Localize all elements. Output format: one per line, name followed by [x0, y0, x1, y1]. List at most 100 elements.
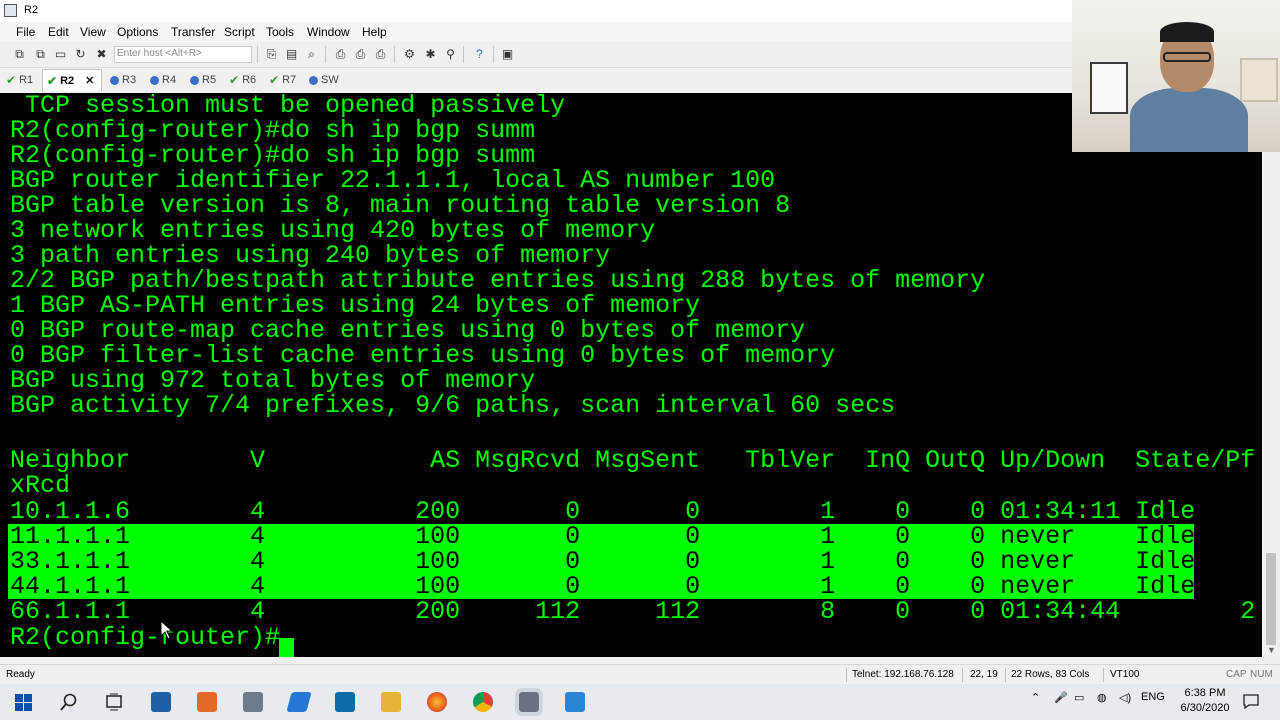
tab-label: R7	[282, 74, 297, 86]
close-tab-icon[interactable]: ✕	[85, 74, 94, 87]
status-divider	[962, 668, 963, 682]
tab-label: R3	[122, 74, 137, 86]
tab-sw[interactable]: SW	[309, 69, 339, 91]
bgp-neighbor-row: 33.1.1.1 4 100 0 0 1 0 0 never Idle	[10, 547, 1196, 576]
info-icon	[309, 75, 318, 85]
global-options-icon[interactable]: ✱	[423, 47, 438, 62]
app-taskbar-icon[interactable]	[286, 692, 312, 712]
tab-label: R1	[19, 74, 34, 86]
print-icon[interactable]: ⎙	[333, 47, 348, 62]
status-bar: Ready Telnet: 192.168.76.128 22, 19 22 R…	[0, 664, 1280, 685]
reconnect-icon[interactable]: ↻	[73, 47, 88, 62]
terminal-line: BGP table version is 8, main routing tab…	[10, 191, 791, 220]
toolbar-divider	[257, 46, 258, 63]
menu-file[interactable]: File	[16, 25, 35, 39]
tab-r3[interactable]: R3	[110, 69, 136, 91]
bgp-neighbor-row: 11.1.1.1 4 100 0 0 1 0 0 never Idle	[10, 522, 1196, 551]
copy-icon[interactable]: ⎘	[264, 47, 279, 62]
toolbar-divider	[463, 46, 464, 63]
connect-tab-icon[interactable]: ▭	[53, 47, 68, 62]
terminal-line: xRcd	[10, 471, 71, 500]
terminal-line: R2(config-router)#do sh ip bgp summ	[10, 141, 536, 170]
chrome-icon[interactable]	[473, 692, 493, 712]
tab-label: R2	[60, 74, 75, 87]
presenter-body	[1130, 88, 1248, 152]
menu-script[interactable]: Script	[224, 25, 255, 39]
tab-r1[interactable]: ✔ R1	[6, 69, 33, 91]
tab-label: SW	[321, 74, 339, 86]
disconnect-icon[interactable]: ✖	[94, 47, 109, 62]
find-icon[interactable]: ⌕	[304, 47, 319, 62]
securecrt-taskbar-icon[interactable]	[515, 688, 543, 716]
terminal-line: R2(config-router)#do sh ip bgp summ	[10, 116, 536, 145]
app-taskbar-icon[interactable]	[335, 692, 355, 712]
status-caps: CAP	[1226, 669, 1247, 680]
bgp-neighbor-row: 44.1.1.1 4 100 0 0 1 0 0 never Idle	[10, 572, 1196, 601]
webcam-overlay	[1072, 0, 1280, 152]
menu-help[interactable]: Help	[362, 25, 387, 39]
presenter-glasses	[1163, 52, 1211, 62]
quick-connect-icon[interactable]: ⧉	[33, 47, 48, 62]
connect-icon[interactable]: ⧉	[12, 47, 27, 62]
menu-edit[interactable]: Edit	[48, 25, 69, 39]
task-view-icon[interactable]	[104, 693, 124, 711]
terminal-scrollbar[interactable]: ▲ ▼	[1262, 93, 1280, 657]
search-icon[interactable]	[60, 693, 78, 711]
menu-window[interactable]: Window	[307, 25, 350, 39]
tab-r4[interactable]: R4	[150, 69, 176, 91]
tab-r7[interactable]: ✔ R7	[269, 69, 296, 91]
firefox-icon[interactable]	[427, 692, 447, 712]
network-icon[interactable]: ◍	[1097, 691, 1107, 704]
terminal-line: TCP session must be opened passively	[10, 93, 566, 120]
menu-view[interactable]: View	[80, 25, 106, 39]
info-icon	[150, 75, 159, 85]
menu-transfer[interactable]: Transfer	[171, 25, 215, 39]
windows-start-icon[interactable]	[15, 694, 32, 711]
status-dimensions: 22 Rows, 83 Cols	[1011, 669, 1090, 680]
host-input[interactable]: Enter host <Alt+R>	[114, 46, 252, 63]
menu-options[interactable]: Options	[117, 25, 158, 39]
check-icon: ✔	[269, 73, 280, 87]
terminal-line: 3 path entries using 240 bytes of memory	[10, 241, 611, 270]
bgp-table-header: Neighbor V AS MsgRcvd MsgSent TblVer InQ…	[10, 446, 1256, 475]
tab-r6[interactable]: ✔ R6	[229, 69, 256, 91]
notification-icon[interactable]	[1243, 694, 1259, 709]
status-num: NUM	[1250, 669, 1273, 680]
print-setup-icon[interactable]: ⎙	[353, 47, 368, 62]
app-taskbar-icon[interactable]	[565, 692, 585, 712]
paste-icon[interactable]: ▤	[284, 47, 299, 62]
tab-r2[interactable]: ✔ R2 ✕	[42, 69, 102, 91]
key-icon[interactable]: ⚲	[443, 47, 458, 62]
tab-label: R5	[202, 74, 217, 86]
prompt-line: R2(config-router)#	[10, 623, 281, 652]
status-connection: Telnet: 192.168.76.128	[852, 669, 954, 680]
settings-icon[interactable]: ⚙	[402, 47, 417, 62]
scrollbar-thumb[interactable]	[1266, 553, 1276, 645]
system-clock[interactable]: 6:38 PM 6/30/2020	[1174, 686, 1236, 716]
check-icon: ✔	[229, 73, 240, 87]
volume-icon[interactable]: ◁)	[1119, 691, 1131, 704]
file-explorer-icon[interactable]	[381, 692, 401, 712]
app-taskbar-icon[interactable]	[243, 692, 263, 712]
text-cursor	[279, 638, 294, 657]
terminal-line: 2/2 BGP path/bestpath attribute entries …	[10, 266, 986, 295]
menu-tools[interactable]: Tools	[266, 25, 294, 39]
language-indicator[interactable]: ENG	[1141, 691, 1165, 703]
taskbar: ⌃ 🎤 ▭ ◍ ◁) ENG 6:38 PM 6/30/2020	[0, 684, 1280, 720]
print-screen-icon[interactable]: ⎙	[373, 47, 388, 62]
scroll-down-icon[interactable]: ▼	[1267, 645, 1276, 655]
tray-chevron-icon[interactable]: ⌃	[1031, 691, 1040, 704]
app-taskbar-icon[interactable]	[197, 692, 217, 712]
help-icon[interactable]: ?	[472, 47, 487, 62]
bgp-neighbor-row: 66.1.1.1 4 200 112 112 8 0 0 01:34:44 2	[10, 597, 1256, 626]
app-icon	[4, 4, 17, 17]
terminal-line: BGP router identifier 22.1.1.1, local AS…	[10, 166, 776, 195]
tab-r5[interactable]: R5	[190, 69, 216, 91]
screen-icon[interactable]: ▣	[500, 47, 515, 62]
terminal-line: 1 BGP AS-PATH entries using 24 bytes of …	[10, 291, 701, 320]
microphone-icon[interactable]: 🎤	[1054, 691, 1068, 704]
app-taskbar-icon[interactable]	[151, 692, 171, 712]
battery-icon[interactable]: ▭	[1074, 691, 1084, 704]
terminal-screen[interactable]: TCP session must be opened passively R2(…	[0, 93, 1262, 657]
picture-frame	[1240, 58, 1278, 102]
